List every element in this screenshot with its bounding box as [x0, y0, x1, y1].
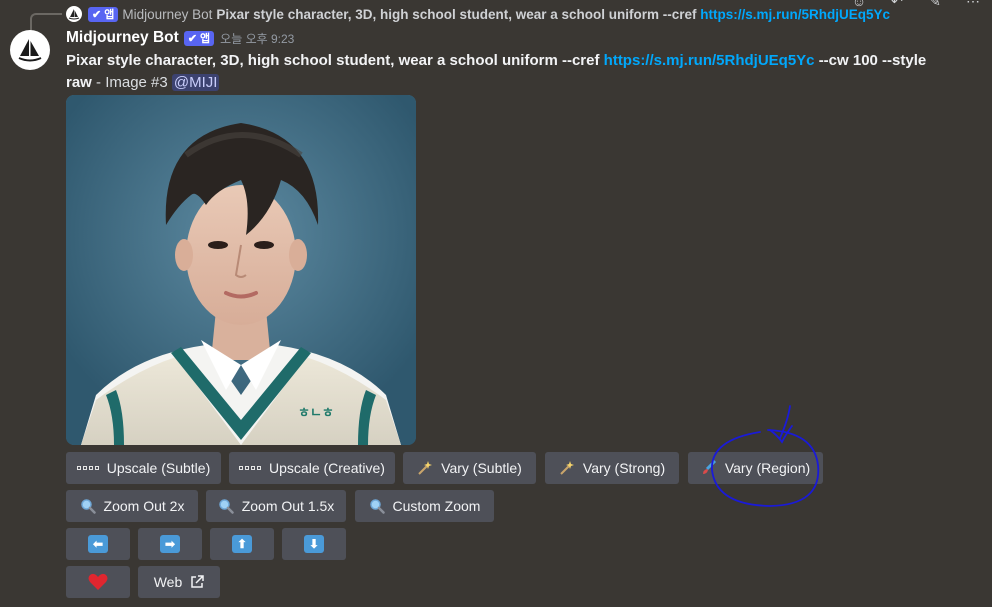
user-mention[interactable]: @MIJI: [171, 74, 220, 91]
bot-avatar[interactable]: [10, 30, 50, 70]
magic-wand-icon: [417, 460, 433, 476]
zoom-out-1-5x-button[interactable]: Zoom Out 1.5x: [206, 490, 346, 522]
reply-icon[interactable]: ↶: [886, 0, 908, 8]
timestamp: 오늘 오후 9:23: [220, 31, 295, 46]
app-badge: ✔ 앱: [183, 30, 215, 46]
pan-left-button[interactable]: ⬅: [66, 528, 130, 560]
upscale-creative-button[interactable]: Upscale (Creative): [229, 452, 395, 484]
vary-region-button[interactable]: Vary (Region): [688, 452, 823, 484]
heart-icon: [88, 573, 108, 591]
vary-subtle-button[interactable]: Vary (Subtle): [403, 452, 536, 484]
favorite-button[interactable]: [66, 566, 130, 598]
external-link-icon: [190, 575, 205, 589]
vary-strong-button[interactable]: Vary (Strong): [545, 452, 679, 484]
reply-text: Pixar style character, 3D, high school s…: [216, 6, 697, 22]
reply-reference[interactable]: ✔ 앱 Midjourney Bot Pixar style character,…: [66, 4, 890, 24]
custom-zoom-button[interactable]: Custom Zoom: [355, 490, 494, 522]
more-icon[interactable]: ⋯: [962, 0, 984, 8]
upscale-subtle-button[interactable]: Upscale (Subtle): [66, 452, 221, 484]
emoji-icon[interactable]: ☺: [848, 0, 870, 8]
magic-wand-icon: [559, 460, 575, 476]
check-icon: ✔: [92, 8, 102, 21]
paintbrush-icon: [701, 460, 717, 476]
pan-right-button[interactable]: ➡: [138, 528, 202, 560]
author-name[interactable]: Midjourney Bot: [66, 29, 179, 47]
upscale-icon: [239, 466, 262, 470]
app-badge: ✔ 앱: [88, 6, 119, 22]
zoom-out-2x-button[interactable]: Zoom Out 2x: [66, 490, 198, 522]
arrow-left-icon: ⬅: [88, 535, 108, 553]
magnifier-icon: [80, 498, 96, 514]
magnifier-icon: [369, 498, 385, 514]
prompt-text: Pixar style character, 3D, high school s…: [66, 52, 600, 69]
message-content: Pixar style character, 3D, high school s…: [66, 50, 956, 94]
arrow-up-icon: ⬆: [232, 535, 252, 553]
cref-link[interactable]: https://s.mj.run/5RhdjUEq5Yc: [604, 52, 815, 69]
image-index: - Image #3: [91, 74, 172, 91]
pan-up-button[interactable]: ⬆: [210, 528, 274, 560]
message-toolbar: ☺ ↶ ✎ ⋯: [848, 0, 984, 8]
reply-avatar: [66, 6, 82, 22]
generated-image[interactable]: ㅎㄴㅎ: [66, 95, 416, 445]
check-icon: ✔: [187, 32, 198, 45]
magnifier-icon: [218, 498, 234, 514]
web-link-button[interactable]: Web: [138, 566, 220, 598]
vest-badge-text: ㅎㄴㅎ: [298, 405, 334, 420]
arrow-right-icon: ➡: [160, 535, 180, 553]
message-header: Midjourney Bot ✔ 앱 오늘 오후 9:23: [66, 29, 294, 47]
arrow-down-icon: ⬇: [304, 535, 324, 553]
reply-connector: [30, 13, 62, 31]
reply-author[interactable]: Midjourney Bot: [122, 7, 212, 22]
upscale-icon: [76, 466, 99, 470]
pan-down-button[interactable]: ⬇: [282, 528, 346, 560]
thread-icon[interactable]: ✎: [924, 0, 946, 8]
